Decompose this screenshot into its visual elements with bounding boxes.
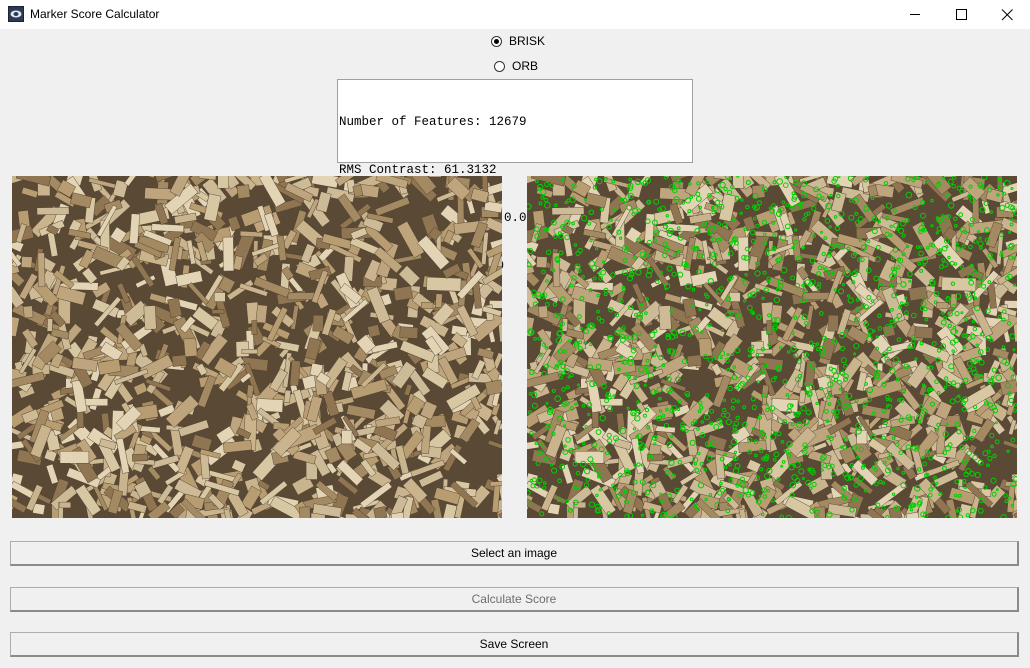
close-button[interactable] — [984, 0, 1030, 29]
results-textbox[interactable]: Number of Features: 12679 RMS Contrast: … — [337, 79, 693, 273]
radio-selected-dot — [494, 38, 499, 44]
title-bar: Marker Score Calculator — [0, 0, 1030, 29]
maximize-icon — [956, 9, 967, 20]
radio-button[interactable] — [494, 60, 505, 72]
original-image — [12, 176, 502, 518]
maximize-button[interactable] — [938, 0, 984, 29]
app-icon — [8, 6, 24, 22]
features-count-line: Number of Features: 12679 — [339, 115, 527, 129]
keypoints-image — [527, 176, 1017, 518]
radio-label-brisk: BRISK — [509, 34, 546, 48]
calculate-score-button[interactable]: Calculate Score — [10, 587, 1019, 612]
minimize-icon — [910, 14, 920, 15]
close-icon — [1001, 9, 1013, 21]
radio-label-orb: ORB — [512, 59, 539, 73]
radio-button[interactable] — [491, 35, 502, 47]
window-title: Marker Score Calculator — [30, 7, 160, 21]
select-image-button[interactable]: Select an image — [10, 541, 1019, 566]
radio-orb[interactable]: ORB — [494, 57, 538, 75]
minimize-button[interactable] — [892, 0, 938, 29]
radio-brisk[interactable]: BRISK — [491, 32, 545, 50]
save-screen-button[interactable]: Save Screen — [10, 632, 1019, 657]
